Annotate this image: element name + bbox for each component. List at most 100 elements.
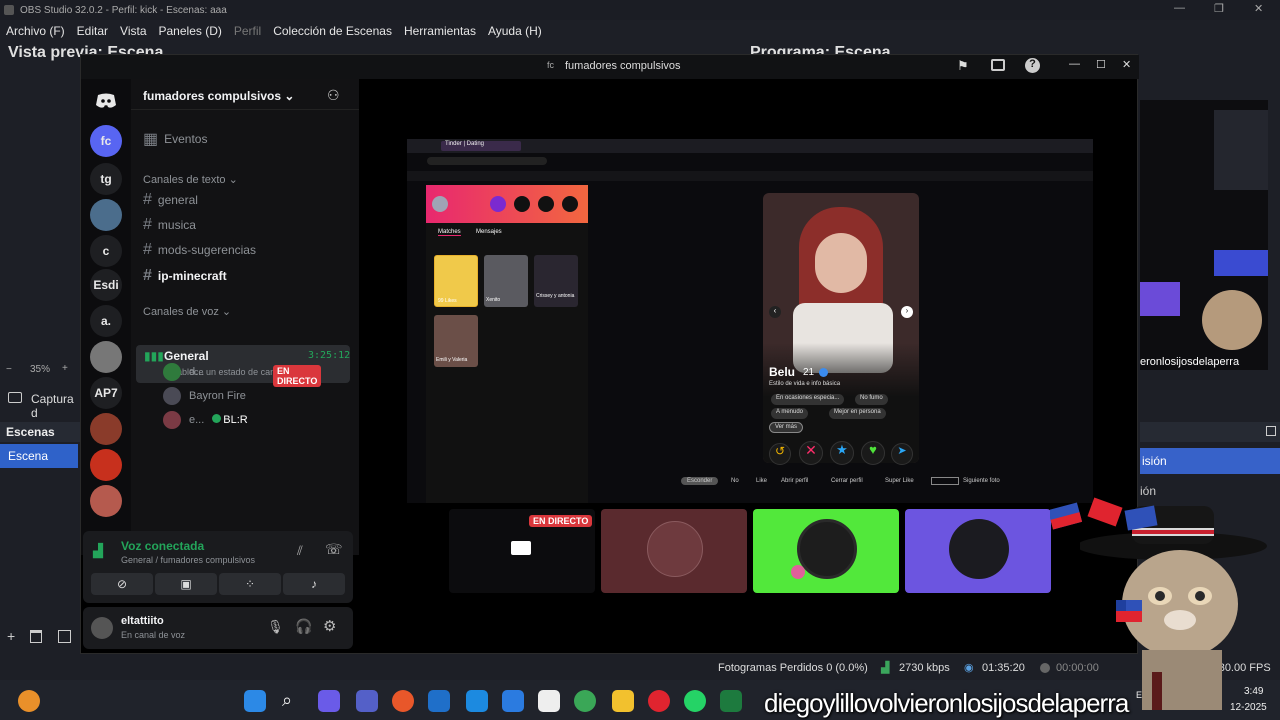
channel-ip-minecraft[interactable]: # ip-minecraft (143, 267, 227, 285)
teams-icon[interactable] (356, 690, 378, 712)
guild-esdi[interactable]: Esdi (90, 269, 122, 301)
voice-user-1[interactable]: d... EN DIRECTO (163, 363, 322, 387)
mail-icon[interactable] (502, 690, 524, 712)
help-icon[interactable]: ? (1025, 58, 1040, 73)
copilot-icon[interactable] (318, 690, 340, 712)
tab-matches: Matches (438, 229, 461, 236)
disconnect-icon[interactable]: ☏ (325, 541, 343, 558)
weather-icon[interactable] (18, 690, 40, 712)
inbox-flag-icon[interactable]: ⚑ (957, 58, 969, 74)
zoom-in-icon[interactable]: + (62, 363, 68, 374)
guild-a[interactable]: a. (90, 305, 122, 337)
zoom-control[interactable]: − 35% + (0, 362, 80, 380)
guild-c[interactable]: c (90, 235, 122, 267)
menu-ayuda[interactable]: Ayuda (H) (488, 24, 542, 38)
menu-perfil[interactable]: Perfil (234, 24, 261, 38)
address-bar (427, 157, 547, 165)
channel-musica[interactable]: # musica (143, 216, 196, 234)
voice-user-2[interactable]: Bayron Fire (163, 387, 246, 405)
guild-photo[interactable] (90, 341, 122, 373)
outlook-icon[interactable] (428, 690, 450, 712)
right-list-item[interactable]: ión (1140, 480, 1280, 502)
search-icon[interactable]: ⌕ (282, 690, 304, 712)
matches-panel: Matches Mensajes 99 Likes Xenito Crissey… (426, 185, 588, 503)
participant-tile-speaking[interactable] (753, 509, 899, 593)
close-icon[interactable]: ✕ (1254, 2, 1263, 15)
store-icon[interactable] (538, 690, 560, 712)
menu-paneles[interactable]: Paneles (D) (159, 24, 222, 38)
guild-avatar[interactable] (90, 199, 122, 231)
menu-vista[interactable]: Vista (120, 24, 146, 38)
folder-icon[interactable] (612, 690, 634, 712)
right-list-item-selected[interactable]: isión (1140, 448, 1280, 474)
share-screen-button[interactable]: ▣ (155, 573, 217, 595)
headphones-icon[interactable]: 🎧 (295, 618, 312, 635)
excel-icon[interactable] (720, 690, 742, 712)
user-avatar[interactable] (91, 617, 113, 639)
voice-connected-subtitle[interactable]: General / fumadores compulsivos (121, 555, 255, 565)
explore-icon (514, 196, 530, 212)
channel-mods-sugerencias[interactable]: # mods-sugerencias (143, 241, 256, 259)
briefcase-icon (538, 196, 554, 212)
guild-photo-2[interactable] (90, 413, 122, 445)
participant-tile[interactable] (601, 509, 747, 593)
add-friend-icon[interactable]: ⚇ (327, 87, 340, 104)
trash-icon[interactable] (30, 630, 42, 643)
minimize-icon[interactable]: — (1174, 2, 1185, 14)
activities-button[interactable]: ⁘ (219, 573, 281, 595)
server-name-button[interactable]: fumadores compulsivos ⌄ (143, 89, 294, 103)
voice-user-3[interactable]: e... BL:R (163, 411, 248, 429)
guild-photo-4[interactable] (90, 485, 122, 517)
avatar (949, 519, 1009, 579)
source-row[interactable]: Captura d (0, 384, 80, 420)
hint: Abrir perfil (781, 478, 809, 484)
gear-icon[interactable]: ⚙ (323, 617, 336, 635)
obs-titlebar: OBS Studio 32.0.2 - Perfil: kick - Escen… (0, 0, 1280, 20)
inbox-icon[interactable] (991, 59, 1005, 71)
opera-icon[interactable] (648, 690, 670, 712)
undock-icon[interactable] (1266, 426, 1276, 436)
whatsapp-icon[interactable] (684, 690, 706, 712)
username: eltattiito (121, 615, 164, 627)
guild-fc[interactable]: fc (90, 125, 122, 157)
add-scene-icon[interactable]: + (7, 628, 15, 644)
hint: Siguiente foto (963, 478, 1000, 484)
stream-time: 01:35:20 (982, 662, 1025, 674)
edge-icon[interactable] (466, 690, 488, 712)
maximize-icon[interactable]: ❐ (1214, 2, 1224, 15)
guild-tg[interactable]: tg (90, 163, 122, 195)
menu-editar[interactable]: Editar (77, 24, 108, 38)
hash-icon: # (143, 241, 152, 258)
stream-tile[interactable]: EN DIRECTO (449, 509, 595, 593)
start-icon[interactable] (244, 690, 266, 712)
chrome-icon[interactable] (574, 690, 596, 712)
camera-off-button[interactable]: ⊘ (91, 573, 153, 595)
profile-tag: En ocasiones especia... (771, 394, 845, 405)
guild-photo-3[interactable] (90, 449, 122, 481)
noise-suppression-icon[interactable]: ⫽ (297, 543, 303, 559)
events-item[interactable]: ▦ Eventos (143, 129, 207, 149)
scene-list-item[interactable]: Escena (0, 444, 78, 468)
firefox-icon[interactable] (392, 690, 414, 712)
menu-archivo[interactable]: Archivo (F) (6, 24, 65, 38)
microphone-icon[interactable]: 🎙 (267, 619, 284, 635)
menu-herramientas[interactable]: Herramientas (404, 24, 476, 38)
space-key-icon (931, 477, 959, 485)
discord-home-icon[interactable] (90, 85, 122, 117)
voice-category[interactable]: Canales de voz ⌄ (143, 305, 231, 318)
filter-icon[interactable] (58, 630, 71, 643)
soundboard-button[interactable]: ♪ (283, 573, 345, 595)
participant-tile[interactable] (905, 509, 1051, 593)
menu-coleccion[interactable]: Colección de Escenas (273, 24, 392, 38)
nope-icon: ✕ (799, 441, 823, 465)
channel-general[interactable]: # general (143, 191, 198, 209)
text-category[interactable]: Canales de texto ⌄ (143, 173, 238, 186)
signal-icon[interactable]: ▟ (93, 543, 103, 559)
bookmarks-bar (407, 171, 1093, 181)
dc-minimize-icon[interactable]: — (1069, 58, 1080, 70)
guild-ap7[interactable]: AP7 (90, 377, 122, 409)
dc-close-icon[interactable]: ✕ (1122, 58, 1131, 71)
profile-age: 21 (803, 367, 815, 378)
dc-maximize-icon[interactable]: ☐ (1096, 58, 1106, 71)
zoom-out-icon[interactable]: − (6, 364, 12, 375)
